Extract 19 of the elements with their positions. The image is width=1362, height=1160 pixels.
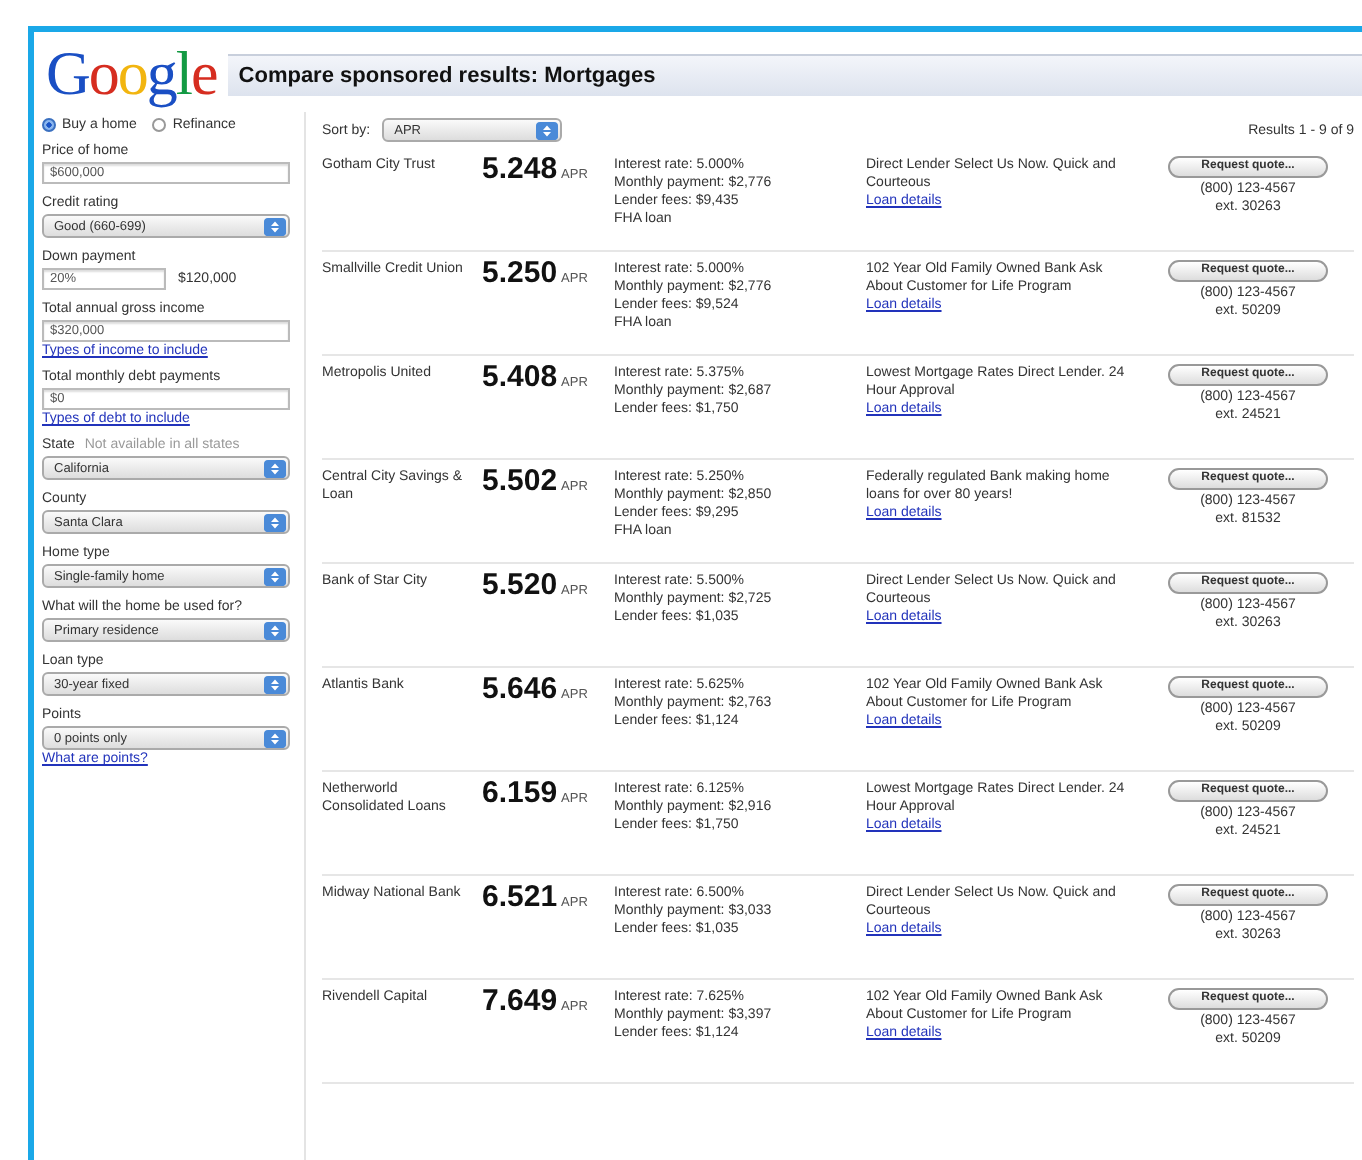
stepper-icon	[264, 459, 286, 477]
page-title: Compare sponsored results: Mortgages	[228, 53, 1362, 95]
stepper-icon	[264, 621, 286, 639]
stepper-icon	[264, 675, 286, 693]
apr-value: 5.646	[482, 676, 558, 704]
apr-value: 5.502	[482, 468, 558, 496]
stepper-icon	[264, 729, 286, 747]
apr-value: 5.520	[482, 572, 558, 600]
apr-value: 6.159	[482, 780, 558, 808]
stepper-icon	[536, 121, 559, 139]
apr-value: 5.248	[482, 156, 558, 184]
apr-value: 6.521	[482, 884, 558, 912]
apr-value: 7.649	[482, 988, 558, 1016]
stepper-icon	[264, 217, 286, 235]
logo[interactable]: Google	[46, 40, 217, 108]
apr-value: 5.250	[482, 260, 558, 288]
stepper-icon	[264, 513, 286, 531]
apr-value: 5.408	[482, 364, 558, 392]
stepper-icon	[264, 567, 286, 585]
